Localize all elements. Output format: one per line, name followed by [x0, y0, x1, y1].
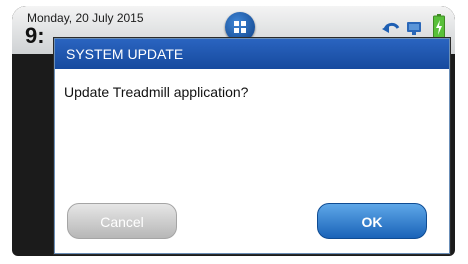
- system-update-dialog: SYSTEM UPDATE Update Treadmill applicati…: [54, 38, 450, 254]
- back-arrow-icon[interactable]: [382, 20, 400, 36]
- battery-icon: [433, 14, 445, 40]
- dialog-message: Update Treadmill application?: [64, 84, 249, 100]
- ok-button[interactable]: OK: [317, 203, 427, 239]
- dialog-title: SYSTEM UPDATE: [55, 39, 449, 69]
- cancel-button[interactable]: Cancel: [67, 203, 177, 239]
- monitor-icon[interactable]: [406, 20, 422, 36]
- time-label: 9:: [25, 23, 45, 48]
- device-screen: Monday, 20 July 2015 9: SYSTEM UPDATE Up…: [12, 6, 455, 256]
- home-grid-icon: [234, 21, 246, 33]
